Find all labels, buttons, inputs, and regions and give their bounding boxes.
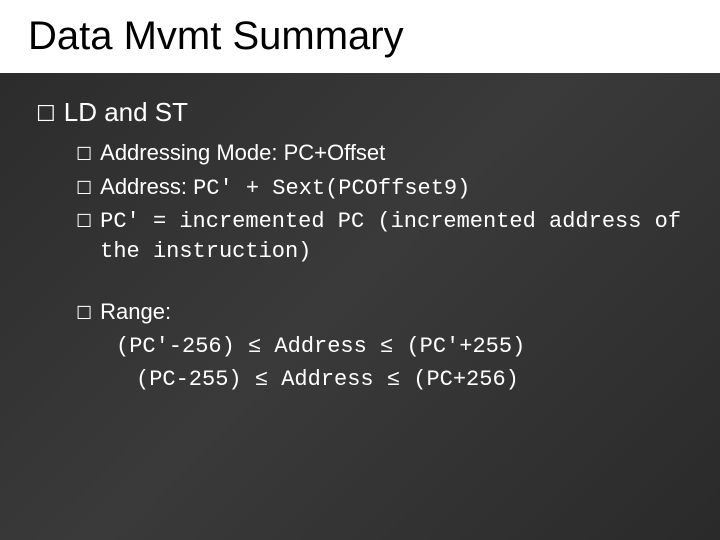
square-bullet-icon: ☐ [36, 103, 56, 125]
pc-note: PC' = incremented PC (incremented addres… [100, 207, 684, 266]
square-bullet-icon: ☐ [76, 179, 92, 197]
sub-bullets: ☐ Addressing Mode: PC+Offset ☐ Address: … [76, 138, 684, 396]
bullet-range: ☐ Range: [76, 297, 684, 327]
addr-mode-value: PC+Offset [284, 140, 386, 165]
range-line-1: (PC'-256) ≤ Address ≤ (PC'+255) [116, 330, 684, 363]
spacer [76, 271, 684, 297]
bullet-text: LD and ST [64, 97, 188, 128]
addr-mode-label: Addressing Mode: [100, 140, 283, 165]
bullet-pc-note: ☐ PC' = incremented PC (incremented addr… [76, 207, 684, 266]
bullet-ld-st: ☐ LD and ST [36, 97, 684, 128]
range-line-2: (PC-255) ≤ Address ≤ (PC+256) [136, 363, 684, 396]
slide-title: Data Mvmt Summary [28, 14, 692, 59]
range-label: Range: [100, 297, 684, 327]
bullet-addressing-mode: ☐ Addressing Mode: PC+Offset [76, 138, 684, 168]
title-bar: Data Mvmt Summary [0, 0, 720, 73]
square-bullet-icon: ☐ [76, 145, 92, 163]
bullet-address: ☐ Address: PC' + Sext(PCOffset9) [76, 172, 684, 204]
slide-body: ☐ LD and ST ☐ Addressing Mode: PC+Offset… [0, 73, 720, 420]
square-bullet-icon: ☐ [76, 212, 92, 230]
address-label: Address: [100, 174, 193, 199]
address-value: PC' + Sext(PCOffset9) [193, 176, 470, 201]
square-bullet-icon: ☐ [76, 304, 92, 322]
range-block: (PC'-256) ≤ Address ≤ (PC'+255) (PC-255)… [116, 330, 684, 396]
